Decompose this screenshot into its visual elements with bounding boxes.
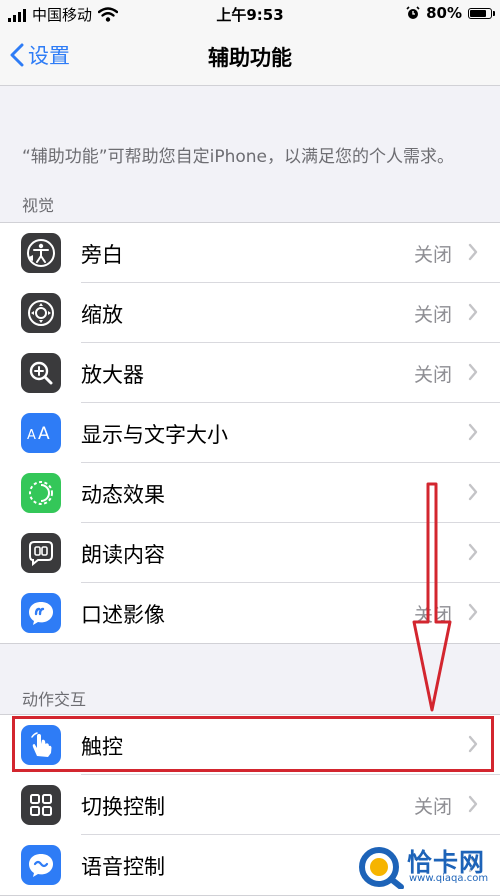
setting-magnifier[interactable]: 放大器 关闭 xyxy=(0,343,500,403)
battery-icon xyxy=(468,7,495,19)
chevron-right-icon xyxy=(468,735,478,753)
setting-label: 触控 xyxy=(81,735,123,759)
switch-control-icon xyxy=(21,785,61,825)
section-header-vision: 视觉 xyxy=(22,196,55,215)
status-right: 80% xyxy=(406,4,495,22)
setting-label: 旁白 xyxy=(81,243,123,267)
touch-icon xyxy=(21,725,61,765)
zoom-icon xyxy=(21,293,61,333)
setting-label: 朗读内容 xyxy=(81,543,165,567)
setting-value: 关闭 xyxy=(413,304,452,326)
setting-value: 关闭 xyxy=(413,604,452,626)
text-size-icon: A A xyxy=(21,413,61,453)
physical-settings-group: 触控 切换控制 关闭 语音控制 xyxy=(0,714,500,896)
page-description: “辅助功能”可帮助您自定iPhone，以满足您的个人需求。 xyxy=(22,147,454,167)
voiceover-icon xyxy=(21,233,61,273)
setting-label: 切换控制 xyxy=(81,795,165,819)
setting-value: 关闭 xyxy=(413,796,452,818)
vision-settings-group: 旁白 关闭 缩放 关闭 放大器 关闭 A A 显示与文字大小 动态效果 朗读内容… xyxy=(0,222,500,644)
setting-display-text-size[interactable]: A A 显示与文字大小 xyxy=(0,403,500,463)
chevron-right-icon xyxy=(468,855,478,873)
chevron-right-icon xyxy=(468,543,478,561)
spoken-content-icon xyxy=(21,533,61,573)
page-title: 辅助功能 xyxy=(208,46,292,70)
chevron-right-icon xyxy=(468,363,478,381)
chevron-right-icon xyxy=(468,243,478,261)
setting-audio-descriptions[interactable]: 口述影像 关闭 xyxy=(0,583,500,643)
section-header-physical: 动作交互 xyxy=(22,690,87,709)
setting-spoken-content[interactable]: 朗读内容 xyxy=(0,523,500,583)
setting-motion[interactable]: 动态效果 xyxy=(0,463,500,523)
audio-description-icon xyxy=(21,593,61,633)
setting-label: 动态效果 xyxy=(81,483,165,507)
voice-control-icon xyxy=(21,845,61,885)
setting-voice-control[interactable]: 语音控制 xyxy=(0,835,500,895)
status-bar: 中国移动 上午9:53 80% xyxy=(0,0,500,28)
motion-icon xyxy=(21,473,61,513)
navigation-bar: 设置 辅助功能 xyxy=(0,28,500,86)
svg-text:A: A xyxy=(27,428,36,443)
chevron-right-icon xyxy=(468,603,478,621)
chevron-right-icon xyxy=(468,423,478,441)
setting-zoom[interactable]: 缩放 关闭 xyxy=(0,283,500,343)
chevron-right-icon xyxy=(468,303,478,321)
setting-label: 缩放 xyxy=(81,303,123,327)
battery-percent: 80% xyxy=(426,4,462,22)
chevron-right-icon xyxy=(468,795,478,813)
setting-voiceover[interactable]: 旁白 关闭 xyxy=(0,223,500,283)
setting-switch-control[interactable]: 切换控制 关闭 xyxy=(0,775,500,835)
chevron-right-icon xyxy=(468,483,478,501)
setting-label: 显示与文字大小 xyxy=(81,423,228,447)
setting-label: 口述影像 xyxy=(81,603,165,627)
alarm-icon xyxy=(406,6,420,19)
setting-touch[interactable]: 触控 xyxy=(0,715,500,775)
setting-label: 放大器 xyxy=(81,363,144,387)
svg-text:A: A xyxy=(38,424,50,444)
setting-value: 关闭 xyxy=(413,244,452,266)
setting-label: 语音控制 xyxy=(81,855,165,879)
setting-value: 关闭 xyxy=(413,364,452,386)
magnifier-icon xyxy=(21,353,61,393)
